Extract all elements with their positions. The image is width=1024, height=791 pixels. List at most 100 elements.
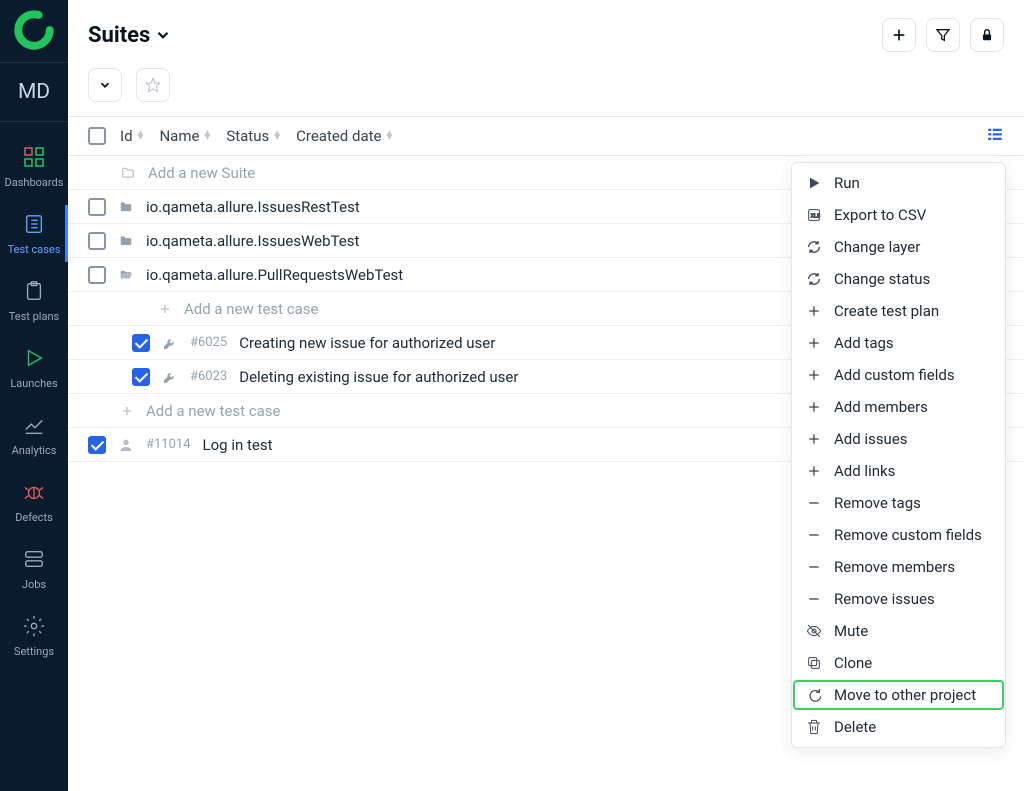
minus-icon: [806, 591, 822, 607]
suite-name: io.qameta.allure.PullRequestsWebTest: [146, 266, 403, 284]
menu-run[interactable]: Run: [792, 167, 1005, 199]
menu-move[interactable]: Move to other project: [792, 679, 1005, 711]
plus-icon: [806, 367, 822, 383]
filter-icon: [935, 27, 951, 43]
menu-remove-tags[interactable]: Remove tags: [792, 487, 1005, 519]
table-header: Id▲▼ Name▲▼ Status▲▼ Created date▲▼: [68, 116, 1024, 156]
play-icon: [21, 345, 47, 371]
expand-toggle-button[interactable]: [88, 68, 122, 102]
folder-icon: [120, 166, 136, 180]
nav-label: Settings: [14, 645, 54, 658]
columns-config-button[interactable]: [986, 125, 1004, 147]
row-checkbox[interactable]: [88, 232, 106, 250]
nav-label: Analytics: [12, 444, 57, 457]
chart-icon: [21, 412, 47, 438]
add-suite-label: Add a new Suite: [148, 164, 255, 182]
row-checkbox[interactable]: [132, 368, 150, 386]
sidebar-item-test-cases[interactable]: Test cases: [0, 211, 68, 256]
row-checkbox[interactable]: [132, 334, 150, 352]
plus-icon: [120, 404, 134, 418]
sidebar-item-test-plans[interactable]: Test plans: [0, 278, 68, 323]
minus-icon: [806, 527, 822, 543]
menu-clone[interactable]: Clone: [792, 647, 1005, 679]
copy-icon: [806, 655, 822, 671]
sidebar-item-launches[interactable]: Launches: [0, 345, 68, 390]
test-case-name: Deleting existing issue for authorized u…: [239, 368, 518, 386]
main-content: Suites Id▲▼ Name▲▼ Status▲▼ Created date…: [68, 0, 1024, 791]
test-case-id: #11014: [146, 437, 191, 452]
page-title-dropdown[interactable]: Suites: [88, 23, 172, 48]
server-icon: [21, 546, 47, 572]
nav-label: Launches: [10, 377, 57, 390]
sidebar-item-settings[interactable]: Settings: [0, 613, 68, 658]
sidebar-item-jobs[interactable]: Jobs: [0, 546, 68, 591]
plus-icon: [806, 463, 822, 479]
add-test-case-label: Add a new test case: [184, 300, 318, 318]
column-created[interactable]: Created date▲▼: [296, 127, 394, 145]
plus-icon: [806, 335, 822, 351]
test-case-id: #6023: [190, 369, 227, 384]
menu-mute[interactable]: Mute: [792, 615, 1005, 647]
sidebar-item-defects[interactable]: Defects: [0, 479, 68, 524]
grid-icon: [21, 144, 47, 170]
menu-add-members[interactable]: Add members: [792, 391, 1005, 423]
row-checkbox[interactable]: [88, 266, 106, 284]
play-icon: [806, 175, 822, 191]
refresh-icon: [806, 271, 822, 287]
sidebar-item-analytics[interactable]: Analytics: [0, 412, 68, 457]
lock-button[interactable]: [970, 18, 1004, 52]
menu-remove-members[interactable]: Remove members: [792, 551, 1005, 583]
test-case-id: #6025: [190, 335, 227, 350]
menu-remove-issues[interactable]: Remove issues: [792, 583, 1005, 615]
test-case-name: Creating new issue for authorized user: [239, 334, 495, 352]
favorite-button[interactable]: [136, 68, 170, 102]
row-checkbox[interactable]: [88, 436, 106, 454]
add-button[interactable]: [882, 18, 916, 52]
sub-toolbar: [68, 62, 1024, 116]
sort-icon: ▲▼: [384, 132, 394, 140]
menu-add-links[interactable]: Add links: [792, 455, 1005, 487]
menu-change-status[interactable]: Change status: [792, 263, 1005, 295]
sidebar-item-dashboards[interactable]: Dashboards: [0, 144, 68, 189]
column-id[interactable]: Id▲▼: [120, 127, 145, 145]
menu-delete[interactable]: Delete: [792, 711, 1005, 743]
page-header: Suites: [68, 0, 1024, 62]
nav-label: Jobs: [22, 578, 46, 591]
nav-label: Test plans: [9, 310, 59, 323]
folder-open-icon: [118, 268, 134, 282]
star-icon: [145, 77, 161, 93]
menu-export-csv[interactable]: XLSExport to CSV: [792, 199, 1005, 231]
sort-icon: ▲▼: [272, 132, 282, 140]
sort-icon: ▲▼: [202, 132, 212, 140]
list-icon: [21, 211, 47, 237]
select-all-checkbox[interactable]: [88, 127, 106, 145]
menu-create-plan[interactable]: Create test plan: [792, 295, 1005, 327]
redo-icon: [806, 687, 822, 703]
menu-add-issues[interactable]: Add issues: [792, 423, 1005, 455]
add-test-case-label: Add a new test case: [146, 402, 280, 420]
workspace-badge[interactable]: MD: [0, 62, 68, 122]
refresh-icon: [806, 239, 822, 255]
column-status[interactable]: Status▲▼: [226, 127, 282, 145]
app-logo[interactable]: [10, 6, 58, 54]
menu-remove-custom[interactable]: Remove custom fields: [792, 519, 1005, 551]
menu-add-tags[interactable]: Add tags: [792, 327, 1005, 359]
file-icon: XLS: [806, 207, 822, 223]
nav-label: Test cases: [8, 243, 61, 256]
plus-icon: [806, 399, 822, 415]
minus-icon: [806, 495, 822, 511]
header-actions: [882, 18, 1004, 52]
chevron-down-icon: [98, 78, 112, 92]
menu-add-custom[interactable]: Add custom fields: [792, 359, 1005, 391]
menu-change-layer[interactable]: Change layer: [792, 231, 1005, 263]
row-checkbox[interactable]: [88, 198, 106, 216]
folder-icon: [118, 234, 134, 248]
gear-icon: [21, 613, 47, 639]
context-menu: Run XLSExport to CSV Change layer Change…: [791, 162, 1006, 748]
nav-label: Defects: [15, 511, 53, 524]
wrench-icon: [162, 335, 178, 351]
filter-button[interactable]: [926, 18, 960, 52]
suite-name: io.qameta.allure.IssuesRestTest: [146, 198, 360, 216]
lock-icon: [980, 28, 994, 42]
column-name[interactable]: Name▲▼: [159, 127, 212, 145]
